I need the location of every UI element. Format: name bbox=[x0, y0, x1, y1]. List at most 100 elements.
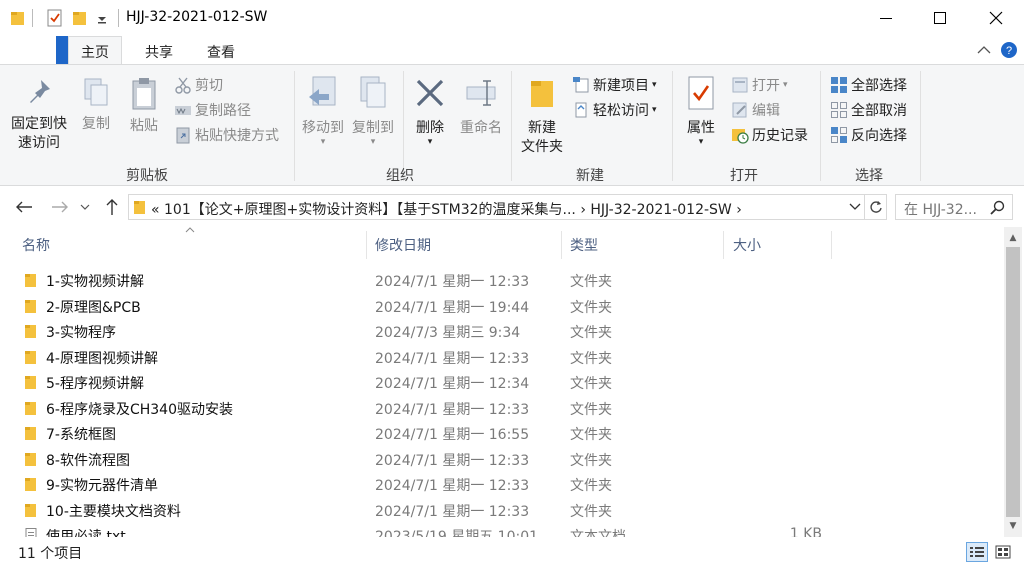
close-button[interactable] bbox=[968, 0, 1024, 36]
file-row[interactable]: 1-实物视频讲解 2024/7/1 星期一 12:33 文件夹 bbox=[0, 267, 1000, 292]
recent-locations-button[interactable] bbox=[78, 195, 92, 219]
paste-shortcut-icon bbox=[176, 127, 190, 144]
folder-icon bbox=[25, 401, 36, 415]
folder-icon bbox=[25, 478, 36, 491]
back-button[interactable] bbox=[12, 195, 36, 219]
minimize-icon bbox=[880, 18, 892, 19]
details-view-button[interactable] bbox=[966, 542, 988, 562]
rename-button[interactable]: 重命名 bbox=[458, 75, 504, 138]
file-list: 名称 修改日期 类型 大小 1-实物视频讲解 2024/7/1 星期一 12:33… bbox=[0, 227, 1004, 537]
scroll-down-button[interactable]: ▼ bbox=[1004, 517, 1022, 535]
search-box[interactable]: 在 HJJ-32... bbox=[895, 194, 1013, 220]
paste-icon bbox=[132, 78, 156, 110]
vertical-scrollbar[interactable]: ▲ ▼ bbox=[1004, 227, 1022, 537]
file-row[interactable]: 8-软件流程图 2024/7/1 星期一 12:33 文件夹 bbox=[0, 446, 1000, 471]
open-button[interactable]: 打开 ▾ bbox=[731, 75, 788, 95]
copy-path-button[interactable]: 复制路径 bbox=[174, 100, 251, 120]
file-row[interactable]: 2-原理图&PCB 2024/7/1 星期一 19:44 文件夹 bbox=[0, 293, 1000, 318]
file-name: 2-原理图&PCB bbox=[46, 299, 141, 316]
scroll-up-button[interactable]: ▲ bbox=[1004, 229, 1022, 247]
tab-share[interactable]: 共享 bbox=[145, 42, 173, 62]
scrollbar-thumb[interactable] bbox=[1006, 247, 1020, 517]
file-row[interactable]: 使用必读.txt 2023/5/19 星期五 10:01 文本文档 1 KB bbox=[0, 522, 1000, 537]
refresh-button[interactable] bbox=[865, 194, 887, 220]
history-label: 历史记录 bbox=[752, 128, 808, 144]
file-row[interactable]: 10-主要模块文档资料 2024/7/1 星期一 12:33 文件夹 bbox=[0, 497, 1000, 522]
select-none-icon bbox=[831, 102, 847, 118]
ribbon: 固定到快 速访问 复制 粘贴 剪切 复制路径 粘贴快捷方式 剪贴板 移动到 ▾ … bbox=[0, 64, 1024, 186]
file-type: 文件夹 bbox=[570, 376, 612, 392]
navigation-bar: « 101【论文+原理图+实物设计资料】【基于STM32的温度采集与... › … bbox=[0, 187, 1024, 227]
select-all-button[interactable]: 全部选择 bbox=[830, 75, 907, 95]
tab-home[interactable]: 主页 bbox=[68, 36, 122, 65]
column-separator[interactable] bbox=[561, 231, 562, 259]
column-header-size[interactable]: 大小 bbox=[733, 227, 823, 259]
paste-label: 粘贴 bbox=[130, 118, 158, 134]
large-icons-view-icon bbox=[995, 545, 1011, 559]
ribbon-separator bbox=[511, 71, 512, 181]
pin-quick-access-button[interactable]: 固定到快 速访问 bbox=[8, 77, 70, 153]
delete-button[interactable]: 删除 ▾ bbox=[410, 75, 450, 147]
file-row[interactable]: 3-实物程序 2024/7/3 星期三 9:34 文件夹 bbox=[0, 318, 1000, 343]
move-to-button[interactable]: 移动到 ▾ bbox=[300, 75, 346, 147]
customize-toolbar-icon[interactable] bbox=[96, 9, 108, 27]
chevron-down-icon[interactable] bbox=[849, 203, 861, 211]
column-header-date[interactable]: 修改日期 bbox=[375, 227, 555, 259]
item-count: 11 个项目 bbox=[18, 546, 83, 562]
column-separator[interactable] bbox=[831, 231, 832, 259]
large-icons-view-button[interactable] bbox=[992, 542, 1014, 562]
ribbon-tabs: 主页 共享 查看 ? bbox=[0, 36, 1024, 65]
select-none-button[interactable]: 全部取消 bbox=[830, 100, 907, 120]
forward-arrow-icon bbox=[52, 201, 68, 213]
tab-view[interactable]: 查看 bbox=[207, 42, 235, 62]
invert-selection-button[interactable]: 反向选择 bbox=[830, 125, 907, 145]
column-separator[interactable] bbox=[723, 231, 724, 259]
invert-selection-icon bbox=[831, 127, 847, 143]
minimize-button[interactable] bbox=[858, 0, 914, 36]
file-type: 文件夹 bbox=[570, 503, 612, 520]
history-button[interactable]: 历史记录 bbox=[731, 125, 808, 145]
properties-button[interactable]: 属性 ▾ bbox=[680, 75, 722, 147]
file-row[interactable]: 6-程序烧录及CH340驱动安装 2024/7/1 星期一 12:33 文件夹 bbox=[0, 395, 1000, 420]
select-none-label: 全部取消 bbox=[851, 103, 907, 119]
address-bar[interactable]: « 101【论文+原理图+实物设计资料】【基于STM32的温度采集与... › … bbox=[128, 194, 865, 220]
file-date: 2023/5/19 星期五 10:01 bbox=[375, 529, 539, 537]
new-item-button[interactable]: 新建项目 ▾ bbox=[572, 75, 657, 95]
up-button[interactable] bbox=[100, 195, 124, 219]
new-folder-icon bbox=[531, 81, 553, 107]
chevron-down-icon bbox=[80, 204, 90, 210]
file-date: 2024/7/1 星期一 12:33 bbox=[375, 350, 530, 367]
new-folder-quick-icon[interactable] bbox=[72, 9, 88, 27]
copy-button[interactable]: 复制 bbox=[78, 77, 114, 134]
pin-label-2: 速访问 bbox=[18, 135, 60, 151]
file-row[interactable]: 7-系统框图 2024/7/1 星期一 16:55 文件夹 bbox=[0, 420, 1000, 445]
maximize-button[interactable] bbox=[912, 0, 968, 36]
forward-button[interactable] bbox=[48, 195, 72, 219]
file-type: 文件夹 bbox=[570, 350, 612, 367]
delete-x-icon bbox=[416, 79, 444, 107]
new-folder-button[interactable]: 新建 文件夹 bbox=[514, 75, 570, 157]
ribbon-separator bbox=[820, 71, 821, 181]
edit-button[interactable]: 编辑 bbox=[731, 100, 780, 120]
separator bbox=[32, 9, 33, 27]
search-placeholder[interactable]: 在 HJJ-32... bbox=[904, 199, 977, 219]
open-icon bbox=[732, 77, 748, 93]
paste-button[interactable]: 粘贴 bbox=[126, 77, 162, 136]
help-icon[interactable]: ? bbox=[1000, 41, 1018, 59]
move-to-icon bbox=[309, 76, 336, 106]
breadcrumb[interactable]: « 101【论文+原理图+实物设计资料】【基于STM32的温度采集与... › … bbox=[151, 199, 742, 219]
file-row[interactable]: 9-实物元器件清单 2024/7/1 星期一 12:33 文件夹 bbox=[0, 471, 1000, 496]
easy-access-button[interactable]: 轻松访问 ▾ bbox=[572, 100, 657, 120]
collapse-ribbon-icon[interactable] bbox=[977, 44, 991, 56]
pin-icon bbox=[30, 80, 50, 103]
file-tab[interactable] bbox=[56, 36, 68, 64]
cut-label: 剪切 bbox=[195, 78, 223, 94]
file-row[interactable]: 5-程序视频讲解 2024/7/1 星期一 12:34 文件夹 bbox=[0, 369, 1000, 394]
column-separator[interactable] bbox=[366, 231, 367, 259]
column-header-type[interactable]: 类型 bbox=[570, 227, 720, 259]
cut-button[interactable]: 剪切 bbox=[174, 75, 223, 95]
paste-shortcut-button[interactable]: 粘贴快捷方式 bbox=[174, 125, 279, 145]
copy-to-button[interactable]: 复制到 ▾ bbox=[350, 75, 396, 147]
file-row[interactable]: 4-原理图视频讲解 2024/7/1 星期一 12:33 文件夹 bbox=[0, 344, 1000, 369]
properties-quick-icon[interactable] bbox=[46, 9, 64, 27]
